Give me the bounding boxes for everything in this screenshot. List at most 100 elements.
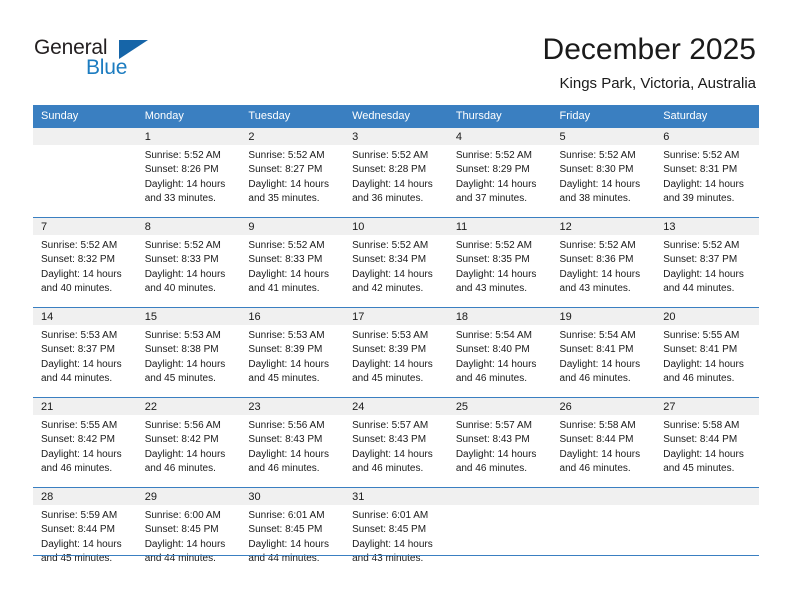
calendar-day-cell[interactable]: 22 Sunrise: 5:56 AM Sunset: 8:42 PM Dayligh… — [136, 397, 241, 487]
sunset-text: Sunset: 8:37 PM — [663, 254, 738, 266]
calendar-day-cell[interactable]: 15 Sunrise: 5:53 AM Sunset: 8:38 PM Dayligh… — [136, 307, 241, 397]
calendar-day-cell[interactable]: 20 Sunrise: 5:55 AM Sunset: 8:41 PM Dayligh… — [655, 307, 759, 397]
sunset-text: Sunset: 8:44 PM — [663, 434, 738, 446]
sunset-text: Sunset: 8:45 PM — [144, 524, 219, 536]
calendar-day-cell[interactable]: 4 Sunrise: 5:52 AM Sunset: 8:29 PM Daylight… — [447, 127, 552, 217]
daylight-text: and 45 minutes. — [352, 373, 424, 385]
calendar-day-cell[interactable]: 7 Sunrise: 5:52 AM Sunset: 8:32 PM Daylight… — [33, 217, 137, 307]
calendar-day-cell[interactable]: 1 Sunrise: 5:52 AM Sunset: 8:26 PM Daylight… — [136, 127, 241, 217]
sunrise-text: Sunrise: 5:53 AM — [248, 330, 325, 341]
day-cell-inner: 8 Sunrise: 5:52 AM Sunset: 8:33 PM Daylight… — [136, 217, 241, 307]
daylight-text: and 46 minutes. — [455, 373, 527, 385]
calendar-day-cell[interactable]: 17 Sunrise: 5:53 AM Sunset: 8:39 PM Dayligh… — [344, 307, 448, 397]
sunset-text: Sunset: 8:42 PM — [144, 434, 219, 446]
calendar-day-cell[interactable]: 28 Sunrise: 5:59 AM Sunset: 8:44 PM Dayligh… — [33, 487, 137, 577]
daylight-text: and 46 minutes. — [455, 463, 527, 475]
day-cell-inner: 4 Sunrise: 5:52 AM Sunset: 8:29 PM Daylight… — [447, 127, 552, 217]
weekday-header-sunday: Sunday — [33, 105, 137, 127]
calendar-body: 1 Sunrise: 5:52 AM Sunset: 8:26 PM Daylight… — [33, 127, 759, 577]
day-number: 31 — [344, 488, 448, 505]
calendar-day-cell[interactable]: 6 Sunrise: 5:52 AM Sunset: 8:31 PM Daylight… — [655, 127, 759, 217]
daylight-text: Daylight: 14 hours — [144, 178, 226, 190]
sunset-text: Sunset: 8:27 PM — [248, 164, 323, 176]
sunset-text: Sunset: 8:33 PM — [144, 254, 219, 266]
daylight-text: Daylight: 14 hours — [352, 448, 433, 460]
day-cell-inner: 2 Sunrise: 5:52 AM Sunset: 8:27 PM Daylight… — [240, 127, 345, 217]
day-details: Sunrise: 5:52 AM Sunset: 8:30 PM Daylight:… — [552, 145, 656, 207]
calendar-day-cell[interactable]: 31 Sunrise: 6:01 AM Sunset: 8:45 PM Dayligh… — [344, 487, 448, 577]
calendar-day-cell[interactable]: 29 Sunrise: 6:00 AM Sunset: 8:45 PM Dayligh… — [136, 487, 241, 577]
day-number: 30 — [240, 488, 345, 505]
day-number: 11 — [447, 218, 552, 235]
day-cell-inner: 26 Sunrise: 5:58 AM Sunset: 8:44 PM Dayligh… — [551, 397, 656, 487]
page-header: General Blue December 2025 Kings Park, V… — [0, 0, 792, 104]
calendar-day-cell[interactable]: 5 Sunrise: 5:52 AM Sunset: 8:30 PM Daylight… — [551, 127, 656, 217]
sunset-text: Sunset: 8:30 PM — [559, 164, 634, 176]
sunset-text: Sunset: 8:31 PM — [663, 164, 738, 176]
sunrise-text: Sunrise: 5:52 AM — [248, 240, 325, 251]
sunrise-text: Sunrise: 5:52 AM — [663, 150, 740, 161]
calendar-day-cell[interactable]: 16 Sunrise: 5:53 AM Sunset: 8:39 PM Dayligh… — [240, 307, 345, 397]
calendar-day-cell[interactable]: 11 Sunrise: 5:52 AM Sunset: 8:35 PM Dayligh… — [447, 217, 552, 307]
sunset-text: Sunset: 8:29 PM — [455, 164, 530, 176]
weekday-header-thursday: Thursday — [447, 105, 552, 127]
daylight-text: and 39 minutes. — [663, 193, 735, 205]
sunrise-text: Sunrise: 5:52 AM — [559, 240, 636, 251]
calendar-day-cell[interactable]: 3 Sunrise: 5:52 AM Sunset: 8:28 PM Daylight… — [344, 127, 448, 217]
calendar-day-cell[interactable]: 14 Sunrise: 5:53 AM Sunset: 8:37 PM Dayligh… — [33, 307, 137, 397]
day-number: 2 — [240, 128, 345, 145]
calendar-day-cell[interactable]: 24 Sunrise: 5:57 AM Sunset: 8:43 PM Dayligh… — [344, 397, 448, 487]
day-number: 20 — [655, 308, 759, 325]
calendar-week-row: 7 Sunrise: 5:52 AM Sunset: 8:32 PM Daylight… — [33, 217, 759, 307]
sunset-text: Sunset: 8:44 PM — [41, 524, 115, 536]
calendar-day-cell[interactable]: 19 Sunrise: 5:54 AM Sunset: 8:41 PM Dayligh… — [551, 307, 656, 397]
general-blue-logo[interactable]: General Blue — [34, 36, 154, 82]
day-cell-inner: 30 Sunrise: 6:01 AM Sunset: 8:45 PM Dayligh… — [240, 487, 345, 577]
calendar-day-cell[interactable]: 13 Sunrise: 5:52 AM Sunset: 8:37 PM Dayligh… — [655, 217, 759, 307]
daylight-text: and 40 minutes. — [144, 283, 216, 295]
day-number: 17 — [344, 308, 448, 325]
day-number: 7 — [33, 218, 137, 235]
calendar-day-cell[interactable]: 25 Sunrise: 5:57 AM Sunset: 8:43 PM Dayligh… — [447, 397, 552, 487]
calendar-empty-cell — [447, 487, 552, 577]
daylight-text: Daylight: 14 hours — [41, 448, 122, 460]
day-cell-inner: 11 Sunrise: 5:52 AM Sunset: 8:35 PM Dayligh… — [447, 217, 552, 307]
daylight-text: and 44 minutes. — [663, 283, 735, 295]
calendar-day-cell[interactable]: 2 Sunrise: 5:52 AM Sunset: 8:27 PM Daylight… — [240, 127, 345, 217]
page-title: December 2025 — [542, 33, 756, 66]
calendar-day-cell[interactable]: 21 Sunrise: 5:55 AM Sunset: 8:42 PM Dayligh… — [33, 397, 137, 487]
calendar-day-cell[interactable]: 9 Sunrise: 5:52 AM Sunset: 8:33 PM Daylight… — [240, 217, 345, 307]
calendar-day-cell[interactable]: 12 Sunrise: 5:52 AM Sunset: 8:36 PM Dayligh… — [551, 217, 656, 307]
day-details: Sunrise: 5:57 AM Sunset: 8:43 PM Daylight:… — [448, 415, 552, 477]
calendar-day-cell[interactable]: 18 Sunrise: 5:54 AM Sunset: 8:40 PM Dayligh… — [447, 307, 552, 397]
weekday-header-friday: Friday — [551, 105, 656, 127]
calendar-day-cell[interactable]: 23 Sunrise: 5:56 AM Sunset: 8:43 PM Dayligh… — [240, 397, 345, 487]
calendar-day-cell[interactable]: 26 Sunrise: 5:58 AM Sunset: 8:44 PM Dayligh… — [551, 397, 656, 487]
calendar-day-cell[interactable]: 8 Sunrise: 5:52 AM Sunset: 8:33 PM Daylight… — [136, 217, 241, 307]
day-cell-inner: 21 Sunrise: 5:55 AM Sunset: 8:42 PM Dayligh… — [33, 397, 137, 487]
weekday-header-monday: Monday — [136, 105, 241, 127]
day-details: Sunrise: 5:56 AM Sunset: 8:42 PM Daylight:… — [137, 415, 241, 477]
sunrise-text: Sunrise: 5:56 AM — [144, 420, 221, 431]
daylight-text: Daylight: 14 hours — [455, 178, 537, 190]
weekday-header-tuesday: Tuesday — [240, 105, 345, 127]
day-cell-inner: 6 Sunrise: 5:52 AM Sunset: 8:31 PM Daylight… — [655, 127, 759, 217]
calendar-day-cell[interactable]: 10 Sunrise: 5:52 AM Sunset: 8:34 PM Dayligh… — [344, 217, 448, 307]
day-number: 27 — [655, 398, 759, 415]
daylight-text: Daylight: 14 hours — [144, 358, 226, 370]
daylight-text: and 35 minutes. — [248, 193, 320, 205]
weekday-header-wednesday: Wednesday — [344, 105, 448, 127]
sunrise-text: Sunrise: 5:55 AM — [663, 330, 740, 341]
day-details: Sunrise: 5:52 AM Sunset: 8:34 PM Daylight:… — [344, 235, 448, 297]
sunset-text: Sunset: 8:41 PM — [559, 344, 634, 356]
calendar-header-row: Sunday Monday Tuesday Wednesday Thursday… — [33, 105, 759, 127]
sunrise-text: Sunrise: 6:00 AM — [144, 510, 221, 521]
daylight-text: Daylight: 14 hours — [663, 178, 744, 190]
day-details: Sunrise: 5:56 AM Sunset: 8:43 PM Daylight:… — [240, 415, 344, 477]
day-number: 28 — [33, 488, 137, 505]
day-cell-inner: 24 Sunrise: 5:57 AM Sunset: 8:43 PM Dayligh… — [344, 397, 448, 487]
sunset-text: Sunset: 8:45 PM — [352, 524, 427, 536]
calendar-day-cell[interactable]: 30 Sunrise: 6:01 AM Sunset: 8:45 PM Dayligh… — [240, 487, 345, 577]
day-details: Sunrise: 5:54 AM Sunset: 8:41 PM Daylight:… — [552, 325, 656, 387]
calendar-day-cell[interactable]: 27 Sunrise: 5:58 AM Sunset: 8:44 PM Dayligh… — [655, 397, 759, 487]
